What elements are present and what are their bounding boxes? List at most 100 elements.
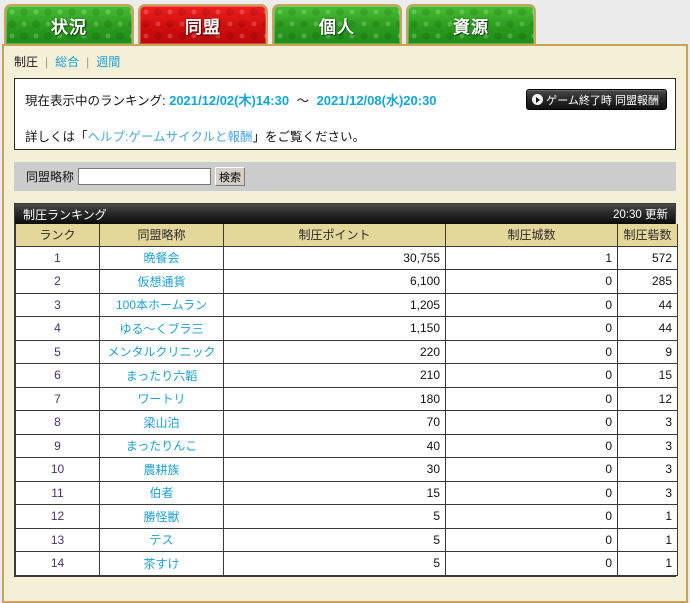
ranking-period-line: 現在表示中のランキング: 2021/12/02(木)14:30 ～ 2021/1… — [25, 90, 437, 109]
cell-castles: 0 — [445, 551, 618, 576]
tab-personal[interactable]: 個人 — [272, 4, 402, 44]
tab-resource[interactable]: 資源 — [406, 4, 536, 44]
subnav-link-shuukan[interactable]: 週間 — [96, 53, 127, 70]
cell-forts: 44 — [617, 316, 678, 341]
cell-points: 220 — [223, 339, 446, 364]
cell-points: 30 — [223, 457, 446, 482]
cell-castles: 0 — [445, 316, 618, 341]
alliance-link[interactable]: まったり六韜 — [126, 369, 198, 383]
cell-alliance-name: ワートリ — [99, 386, 224, 411]
cell-rank: 7 — [15, 386, 100, 411]
table-row: 10 農耕族 30 0 3 — [15, 457, 678, 482]
cell-forts: 572 — [617, 245, 678, 270]
help-note-suffix: 」をご覧ください。 — [252, 130, 366, 144]
table-row: 7 ワートリ 180 0 12 — [15, 386, 678, 411]
alliance-link[interactable]: 仮想通貨 — [137, 275, 185, 289]
table-row: 5 メンタルクリニック 220 0 9 — [15, 339, 678, 364]
cell-castles: 0 — [445, 292, 618, 317]
ranking-table: ランク 同盟略称 制圧ポイント 制圧城数 制圧砦数 1 晩餐会 30,755 1 572… — [15, 224, 678, 576]
cell-rank: 5 — [15, 339, 100, 364]
cell-points: 210 — [223, 363, 446, 388]
sub-navigation: 制圧 | 総合 | 週間 — [4, 46, 686, 76]
tab-resource-label: 資源 — [453, 17, 489, 37]
ranking-updated-time: 20:30 更新 — [613, 209, 668, 221]
cell-castles: 0 — [445, 269, 618, 294]
cell-points: 70 — [223, 410, 446, 435]
table-row: 13 テス 5 0 1 — [15, 527, 678, 552]
cell-rank: 6 — [15, 363, 100, 388]
table-header-row: ランク 同盟略称 制圧ポイント 制圧城数 制圧砦数 — [15, 224, 678, 247]
alliance-reward-label: ゲーム終了時 同盟報酬 — [546, 94, 659, 107]
tab-alliance[interactable]: 同盟 — [138, 4, 268, 44]
tab-status[interactable]: 状況 — [4, 4, 134, 44]
cell-rank: 11 — [15, 480, 100, 505]
cell-rank: 2 — [15, 269, 100, 294]
cell-castles: 0 — [445, 480, 618, 505]
ranking-title-bar: 制圧ランキング 20:30 更新 — [15, 204, 675, 224]
cell-points: 5 — [223, 551, 446, 576]
cell-alliance-name: 伯者 — [99, 480, 224, 505]
cell-alliance-name: 農耕族 — [99, 457, 224, 482]
table-row: 1 晩餐会 30,755 1 572 — [15, 245, 678, 270]
table-row: 4 ゆる～くブラ三 1,150 0 44 — [15, 316, 678, 341]
alliance-link[interactable]: 茶すけ — [143, 557, 179, 571]
alliance-link[interactable]: 農耕族 — [143, 463, 179, 477]
alliance-link[interactable]: 伯者 — [149, 486, 173, 500]
cell-alliance-name: 勝怪獣 — [99, 504, 224, 529]
cell-rank: 14 — [15, 551, 100, 576]
cell-alliance-name: ゆる～くブラ三 — [99, 316, 224, 341]
col-header-castles: 制圧城数 — [445, 224, 618, 247]
cell-forts: 3 — [617, 480, 678, 505]
cell-castles: 1 — [445, 245, 618, 270]
ranking-box: 制圧ランキング 20:30 更新 ランク 同盟略称 制圧ポイント 制圧城数 制圧… — [14, 203, 678, 577]
alliance-search-bar: 同盟略称 検索 — [14, 162, 676, 191]
content-panel: 制圧 | 総合 | 週間 現在表示中のランキング: 2021/12/02(木)1… — [2, 44, 688, 603]
cell-forts: 1 — [617, 504, 678, 529]
alliance-reward-button[interactable]: ゲーム終了時 同盟報酬 — [526, 89, 667, 110]
cell-rank: 1 — [15, 245, 100, 270]
cell-castles: 0 — [445, 527, 618, 552]
cell-forts: 12 — [617, 386, 678, 411]
cell-alliance-name: 茶すけ — [99, 551, 224, 576]
cell-alliance-name: 晩餐会 — [99, 245, 224, 270]
alliance-link[interactable]: 100本ホームラン — [116, 298, 207, 312]
cell-forts: 1 — [617, 527, 678, 552]
alliance-link[interactable]: 勝怪獣 — [143, 510, 179, 524]
alliance-link[interactable]: メンタルクリニック — [107, 345, 215, 359]
alliance-link[interactable]: まったりんこ — [126, 439, 198, 453]
table-row: 12 勝怪獣 5 0 1 — [15, 504, 678, 529]
alliance-link[interactable]: ゆる～くブラ三 — [119, 322, 203, 336]
help-cycle-reward-link[interactable]: ヘルプ:ゲームサイクルと報酬 — [88, 130, 253, 144]
cell-points: 180 — [223, 386, 446, 411]
cell-rank: 10 — [15, 457, 100, 482]
alliance-link[interactable]: 梁山泊 — [143, 416, 179, 430]
cell-points: 40 — [223, 433, 446, 458]
cell-rank: 8 — [15, 410, 100, 435]
cell-alliance-name: 仮想通貨 — [99, 269, 224, 294]
cell-castles: 0 — [445, 410, 618, 435]
cell-castles: 0 — [445, 386, 618, 411]
tab-status-label: 状況 — [51, 17, 87, 37]
subnav-current: 制圧 — [14, 55, 39, 69]
ranking-period-infobox: 現在表示中のランキング: 2021/12/02(木)14:30 ～ 2021/1… — [14, 78, 676, 150]
table-row: 2 仮想通貨 6,100 0 285 — [15, 269, 678, 294]
cell-points: 5 — [223, 504, 446, 529]
table-row: 6 まったり六韜 210 0 15 — [15, 363, 678, 388]
subnav-link-sougou[interactable]: 総合 — [55, 53, 86, 70]
col-header-points: 制圧ポイント — [223, 224, 446, 247]
ranking-period-label: 現在表示中のランキング: — [25, 94, 166, 108]
cell-castles: 0 — [445, 433, 618, 458]
table-row: 11 伯者 15 0 3 — [15, 480, 678, 505]
help-note-line: 詳しくは「ヘルプ:ゲームサイクルと報酬」をご覧ください。 — [25, 126, 365, 145]
search-button[interactable]: 検索 — [215, 167, 246, 186]
cell-points: 1,205 — [223, 292, 446, 317]
alliance-link[interactable]: ワートリ — [137, 392, 185, 406]
cell-forts: 3 — [617, 457, 678, 482]
cell-castles: 0 — [445, 457, 618, 482]
cell-rank: 12 — [15, 504, 100, 529]
alliance-link[interactable]: テス — [149, 533, 173, 547]
cell-points: 5 — [223, 527, 446, 552]
search-input[interactable] — [78, 168, 212, 185]
alliance-link[interactable]: 晩餐会 — [143, 251, 179, 265]
subnav-separator: | — [86, 54, 90, 69]
